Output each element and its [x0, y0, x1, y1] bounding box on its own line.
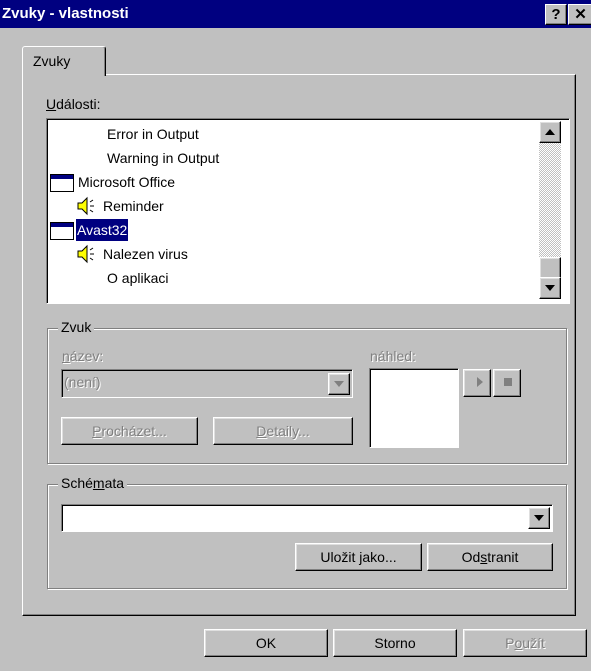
tab-sounds[interactable]: Zvuky [22, 46, 106, 76]
list-item[interactable]: Warning in Output [47, 147, 537, 169]
window-title: Zvuky - vlastnosti [2, 5, 129, 22]
title-bar[interactable]: Zvuky - vlastnosti ? ✕ [0, 0, 591, 28]
sound-group-title: Zvuk [58, 319, 95, 335]
sound-name-label: název: [62, 348, 104, 364]
help-button[interactable]: ? [545, 4, 567, 25]
list-item[interactable]: Nalezen virus [47, 243, 537, 265]
cancel-button[interactable]: Storno [333, 629, 457, 657]
list-item[interactable]: Reminder [47, 195, 537, 217]
list-item[interactable]: Microsoft Office [47, 171, 537, 193]
sound-properties-dialog: Zvuky - vlastnosti ? ✕ Zvuky Události: E… [0, 0, 591, 671]
schemes-group [47, 484, 567, 589]
tab-sounds-label: Zvuky [33, 53, 71, 69]
arrow-up-icon [545, 129, 555, 135]
details-button[interactable]: Detaily... [213, 417, 353, 445]
remove-button[interactable]: Odstranit [427, 543, 553, 571]
stop-icon [504, 378, 512, 386]
sound-preview [369, 368, 459, 448]
play-icon [477, 377, 483, 387]
sound-name-value: (není) [64, 374, 101, 390]
window-icon [50, 174, 74, 192]
stop-button[interactable] [493, 369, 521, 397]
window-icon [50, 222, 74, 240]
list-item[interactable]: Avast32 [47, 218, 537, 242]
list-item[interactable]: O aplikaci [47, 267, 537, 289]
chevron-down-icon [534, 515, 544, 521]
scroll-up-button[interactable] [539, 121, 561, 143]
scheme-select[interactable] [61, 504, 553, 532]
close-button[interactable]: ✕ [568, 4, 591, 25]
preview-label: náhled: [370, 348, 416, 364]
list-item[interactable]: Error in Output [47, 123, 537, 145]
save-as-button[interactable]: Uložit jako... [295, 543, 422, 571]
play-button[interactable] [463, 369, 491, 397]
arrow-down-icon [545, 285, 555, 291]
speaker-icon [77, 196, 94, 216]
schemes-group-title: Schémata [58, 475, 128, 491]
scheme-dropdown-button[interactable] [528, 507, 550, 529]
scroll-down-button[interactable] [539, 277, 561, 299]
events-list[interactable]: Error in Output Warning in Output Micros… [46, 118, 570, 304]
events-scrollbar[interactable] [539, 121, 561, 299]
browse-button[interactable]: Procházet... [61, 417, 198, 445]
apply-button[interactable]: Použít [463, 629, 587, 657]
events-label: Události: [46, 96, 101, 112]
scroll-thumb[interactable] [539, 257, 561, 279]
speaker-icon [77, 244, 94, 264]
chevron-down-icon [334, 381, 344, 387]
ok-button[interactable]: OK [204, 629, 328, 657]
sound-name-select[interactable]: (není) [61, 369, 353, 398]
sound-name-dropdown-button[interactable] [328, 373, 350, 395]
